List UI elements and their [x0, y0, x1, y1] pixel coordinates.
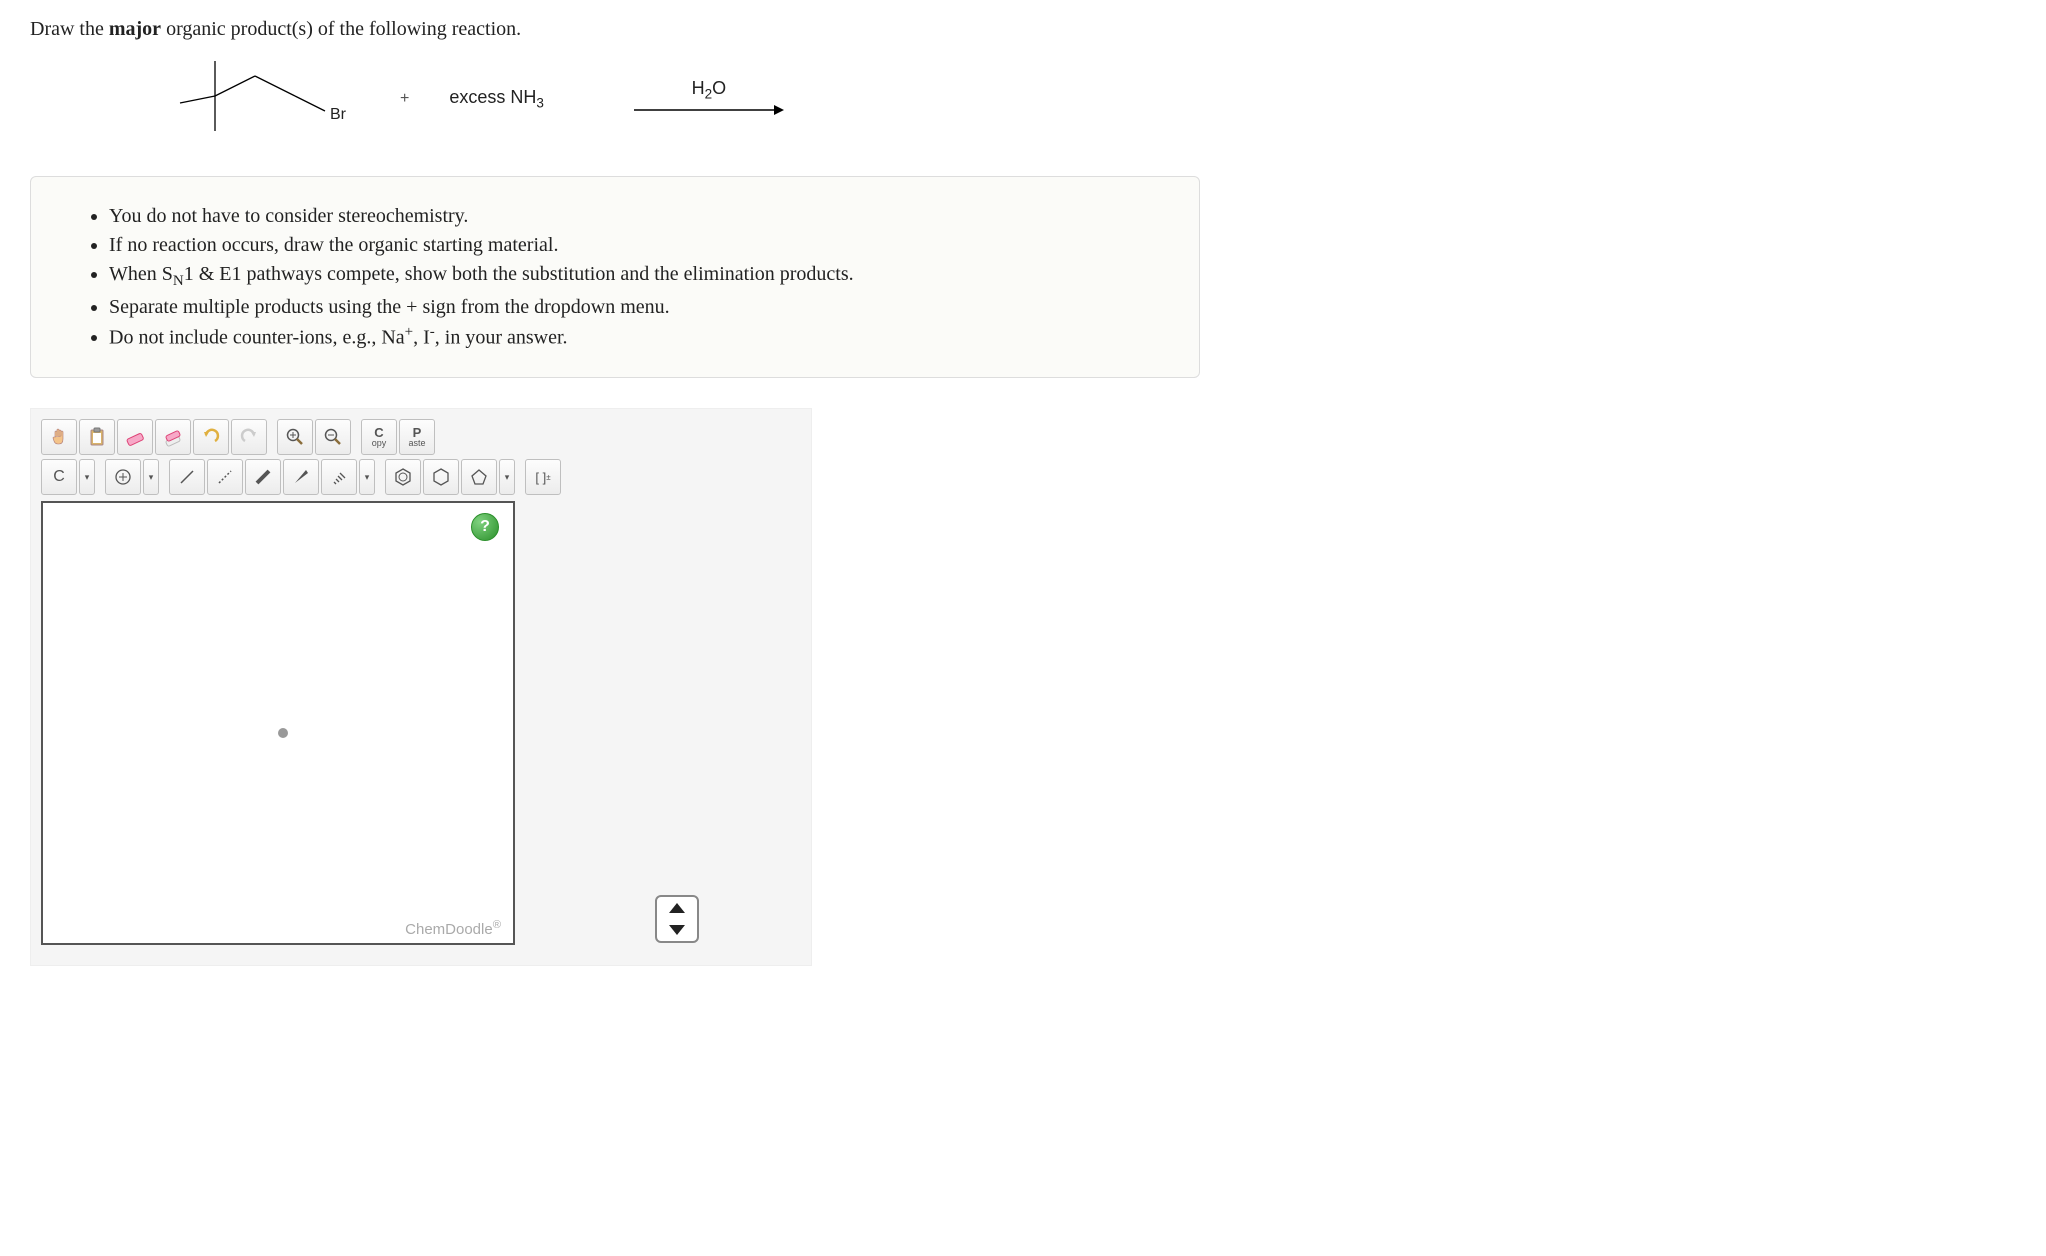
wedge-bond-button[interactable]	[283, 459, 319, 495]
stepper-down-icon[interactable]	[669, 925, 685, 935]
reaction-plus: +	[400, 90, 409, 108]
atom-c-button[interactable]: C	[41, 459, 77, 495]
bold-bond-button[interactable]	[245, 459, 281, 495]
canvas-help-button[interactable]: ?	[471, 513, 499, 541]
stepper-up-icon[interactable]	[669, 903, 685, 913]
copy-opy-label: opy	[372, 439, 387, 448]
cyclopentane-icon	[469, 467, 489, 487]
instruction-2: If no reaction occurs, draw the organic …	[109, 231, 1159, 260]
instruction-4: Separate multiple products using the + s…	[109, 293, 1159, 322]
paste-button[interactable]: P aste	[399, 419, 435, 455]
charge-dropdown[interactable]: ▾	[143, 459, 159, 495]
zoom-in-icon	[285, 427, 305, 447]
clipboard-tool-button[interactable]	[79, 419, 115, 455]
eraser-tool-button[interactable]	[117, 419, 153, 455]
reaction-scheme: Br + excess NH3 H2O	[140, 51, 2016, 146]
eraser-icon	[125, 427, 145, 447]
bracket-label: [ ]	[535, 470, 546, 485]
recessed-bond-button[interactable]	[207, 459, 243, 495]
clear-tool-button[interactable]	[155, 419, 191, 455]
toolbar-row-1: C opy P aste	[41, 419, 801, 455]
hash-bond-icon	[329, 467, 349, 487]
zoom-out-icon	[323, 427, 343, 447]
single-bond-icon	[177, 467, 197, 487]
recessed-bond-icon	[215, 467, 235, 487]
single-bond-button[interactable]	[169, 459, 205, 495]
cyclohexane-button[interactable]	[423, 459, 459, 495]
answer-stepper[interactable]	[655, 895, 699, 943]
instructions-box: You do not have to consider stereochemis…	[30, 176, 1200, 378]
instruction-3: When SN1 & E1 pathways compete, show bot…	[109, 260, 1159, 293]
drawing-canvas[interactable]: ? ChemDoodle®	[41, 501, 515, 945]
chemdoodle-sketcher: C opy P aste C ▾ ▾ ▾ ▾ [ ]± ?	[30, 408, 812, 966]
hand-tool-button[interactable]	[41, 419, 77, 455]
reagent-sub: 3	[536, 95, 544, 110]
redo-icon	[239, 427, 259, 447]
undo-button[interactable]	[193, 419, 229, 455]
hash-bond-button[interactable]	[321, 459, 357, 495]
copy-button[interactable]: C opy	[361, 419, 397, 455]
question-prompt: Draw the major organic product(s) of the…	[30, 18, 2016, 41]
reagent-excess-nh3: excess NH3	[449, 87, 544, 111]
bond-dropdown[interactable]: ▾	[359, 459, 375, 495]
arrow-icon	[634, 101, 784, 119]
clipboard-icon	[87, 427, 107, 447]
zoom-out-button[interactable]	[315, 419, 351, 455]
hand-icon	[49, 427, 69, 447]
bold-bond-icon	[253, 467, 273, 487]
benzene-icon	[393, 467, 413, 487]
zoom-in-button[interactable]	[277, 419, 313, 455]
prompt-suffix: organic product(s) of the following reac…	[161, 18, 521, 40]
reagent-text: excess NH	[449, 87, 536, 107]
atom-dropdown[interactable]: ▾	[79, 459, 95, 495]
reaction-arrow: H2O	[634, 78, 784, 120]
instruction-1: You do not have to consider stereochemis…	[109, 202, 1159, 231]
cyclohexane-icon	[431, 467, 451, 487]
prompt-bold: major	[109, 18, 161, 40]
benzene-button[interactable]	[385, 459, 421, 495]
charge-button[interactable]	[105, 459, 141, 495]
charge-plus-icon	[114, 468, 132, 486]
ring-dropdown[interactable]: ▾	[499, 459, 515, 495]
canvas-placeholder-atom[interactable]	[278, 728, 288, 738]
instruction-5: Do not include counter-ions, e.g., Na+, …	[109, 322, 1159, 353]
bracket-button[interactable]: [ ]±	[525, 459, 561, 495]
clear-icon	[163, 427, 183, 447]
paste-aste-label: aste	[408, 439, 425, 448]
undo-icon	[201, 427, 221, 447]
br-label: Br	[330, 106, 347, 123]
prompt-prefix: Draw the	[30, 18, 109, 40]
redo-button[interactable]	[231, 419, 267, 455]
cyclopentane-button[interactable]	[461, 459, 497, 495]
structure-neopentyl-bromide: Br	[140, 51, 360, 146]
toolbar-row-2: C ▾ ▾ ▾ ▾ [ ]±	[41, 459, 801, 495]
arrow-solvent-label: H2O	[692, 78, 727, 102]
chemdoodle-brand: ChemDoodle®	[405, 919, 501, 938]
wedge-bond-icon	[291, 467, 311, 487]
